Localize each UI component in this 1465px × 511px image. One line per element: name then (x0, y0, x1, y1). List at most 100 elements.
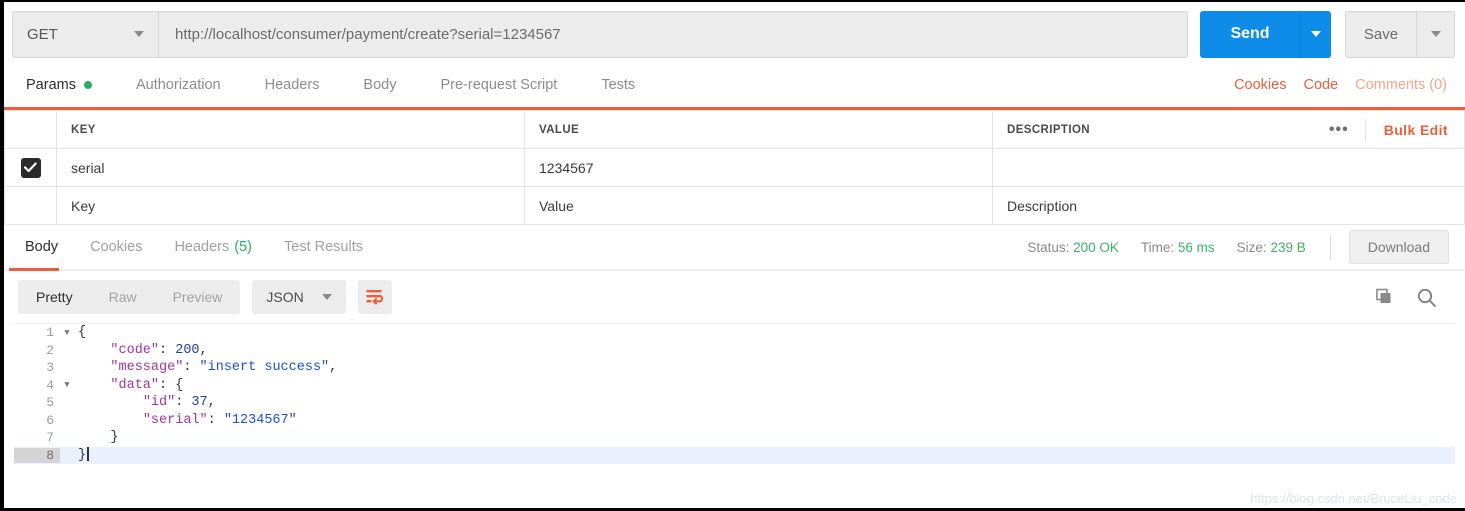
view-preview[interactable]: Preview (155, 280, 241, 314)
line-number: 7 (46, 430, 54, 446)
tab-params-label: Params (26, 77, 76, 93)
tab-headers[interactable]: Headers (243, 63, 342, 107)
response-tab-test-results[interactable]: Test Results (268, 225, 379, 269)
view-pretty[interactable]: Pretty (18, 280, 91, 314)
code-text: { (78, 325, 87, 341)
response-meta: Status: 200 OK Time: 56 ms Size: 239 B D… (1005, 224, 1465, 270)
new-description-input[interactable]: Description (992, 186, 1465, 225)
code-text: "serial": "1234567" (142, 412, 297, 428)
send-options-button[interactable] (1300, 10, 1331, 58)
line-number: 1 (46, 325, 54, 341)
response-headers-count: (5) (234, 239, 252, 255)
fold-toggle-icon[interactable]: ▼ (60, 380, 74, 390)
tab-authorization[interactable]: Authorization (114, 63, 243, 107)
watermark: https://blog.csdn.net/BruceLiu_code (1250, 491, 1457, 506)
new-value-input[interactable]: Value (524, 186, 993, 225)
send-button[interactable]: Send (1200, 10, 1300, 58)
tab-params[interactable]: Params (4, 63, 114, 107)
new-key-input[interactable]: Key (56, 186, 525, 225)
copy-icon (1376, 288, 1391, 303)
line-number: 2 (46, 342, 54, 358)
status-badge: Status: 200 OK (1027, 240, 1119, 255)
response-tab-cookies[interactable]: Cookies (74, 225, 158, 269)
comments-link[interactable]: Comments (0) (1355, 77, 1447, 93)
chevron-down-icon (1430, 31, 1441, 37)
text-cursor (87, 447, 89, 462)
row-description-input[interactable] (992, 148, 1465, 187)
header-description-label: DESCRIPTION (1007, 123, 1090, 136)
time-badge: Time: 56 ms (1141, 240, 1215, 255)
code-line: 5 "id": 37, (14, 394, 1455, 412)
response-body-viewer[interactable]: 1 ▼{2 "code": 200, 3 "message": "insert su… (14, 323, 1455, 481)
fold-toggle-icon[interactable]: ▼ (60, 328, 74, 338)
wrap-text-button[interactable] (357, 280, 392, 314)
request-tabs: Params Authorization Headers Body Pre-re… (4, 66, 1465, 110)
save-button[interactable]: Save (1345, 10, 1417, 58)
code-line: 7 } (14, 429, 1455, 447)
response-tabs: Body Cookies Headers (5) Test Results St… (4, 225, 1465, 271)
url-input[interactable]: http://localhost/consumer/payment/create… (159, 10, 1188, 58)
header-checkbox-col (4, 110, 57, 149)
body-format-select[interactable]: JSON (252, 280, 346, 314)
cookies-link[interactable]: Cookies (1234, 77, 1286, 93)
http-method-label: GET (27, 25, 58, 43)
status-label: Status: (1027, 239, 1070, 255)
view-raw[interactable]: Raw (91, 280, 155, 314)
code-text: "data": { (110, 377, 184, 393)
code-text: } (110, 430, 119, 446)
tab-body[interactable]: Body (341, 63, 418, 107)
code-line: 6 "serial": "1234567" (14, 412, 1455, 430)
response-tab-headers[interactable]: Headers (5) (158, 225, 268, 269)
line-number: 8 (14, 447, 60, 463)
size-label: Size: (1236, 239, 1267, 255)
table-header-actions: ••• Bulk Edit (1313, 111, 1464, 148)
code-line: 8} (14, 446, 1455, 464)
download-button[interactable]: Download (1348, 230, 1449, 264)
placeholder-checkbox-cell (4, 186, 57, 225)
copy-button[interactable] (1374, 287, 1394, 307)
status-value: 200 OK (1073, 239, 1119, 255)
request-tabs-list: Params Authorization Headers Body Pre-re… (4, 63, 657, 107)
code-line: 2 "code": 200, (14, 342, 1455, 360)
search-icon (1417, 288, 1436, 307)
header-key: KEY (56, 110, 525, 149)
request-tabs-actions: Cookies Code Comments (0) (1234, 63, 1465, 107)
code-line: 1 ▼ { (14, 324, 1455, 342)
row-value-input[interactable]: 1234567 (524, 148, 993, 187)
send-button-group: Send (1200, 10, 1331, 58)
more-options-icon[interactable]: ••• (1313, 118, 1366, 141)
line-number: 5 (46, 395, 54, 411)
body-toolbar-actions (1374, 287, 1451, 308)
line-number: 3 (46, 360, 54, 376)
table-row-placeholder: Key Value Description (4, 186, 1465, 225)
chevron-down-icon (134, 31, 144, 37)
code-text: "message": "insert success", (110, 360, 338, 376)
search-button[interactable] (1416, 287, 1437, 308)
save-options-button[interactable] (1417, 10, 1455, 58)
header-description: DESCRIPTION ••• Bulk Edit (992, 110, 1465, 149)
http-method-select[interactable]: GET (12, 10, 159, 58)
response-tab-headers-label: Headers (174, 239, 230, 255)
check-icon (24, 162, 37, 173)
row-enabled-checkbox[interactable] (20, 157, 41, 178)
body-view-switcher: Pretty Raw Preview (18, 280, 241, 314)
query-params-header: KEY VALUE DESCRIPTION ••• Bulk Edit (4, 110, 1465, 149)
tab-tests[interactable]: Tests (579, 63, 657, 107)
size-badge: Size: 239 B (1237, 240, 1306, 255)
row-checkbox-cell (4, 148, 57, 187)
time-value: 56 ms (1177, 239, 1215, 255)
tab-pre-request-script[interactable]: Pre-request Script (418, 63, 579, 107)
bulk-edit-button[interactable]: Bulk Edit (1366, 122, 1464, 138)
size-value: 239 B (1270, 239, 1306, 255)
code-link[interactable]: Code (1303, 77, 1338, 93)
line-number: 4 (46, 377, 54, 393)
table-header-row: KEY VALUE DESCRIPTION ••• Bulk Edit (4, 110, 1465, 149)
line-number: 6 (46, 412, 54, 428)
code-line: 3 "message": "insert success", (14, 359, 1455, 377)
row-key-input[interactable]: serial (56, 148, 525, 187)
response-tab-body[interactable]: Body (9, 225, 74, 269)
active-tab-indicator (4, 107, 111, 110)
code-text: "code": 200, (110, 342, 208, 358)
table-row: serial 1234567 (4, 148, 1465, 187)
wrap-text-icon (366, 290, 384, 305)
